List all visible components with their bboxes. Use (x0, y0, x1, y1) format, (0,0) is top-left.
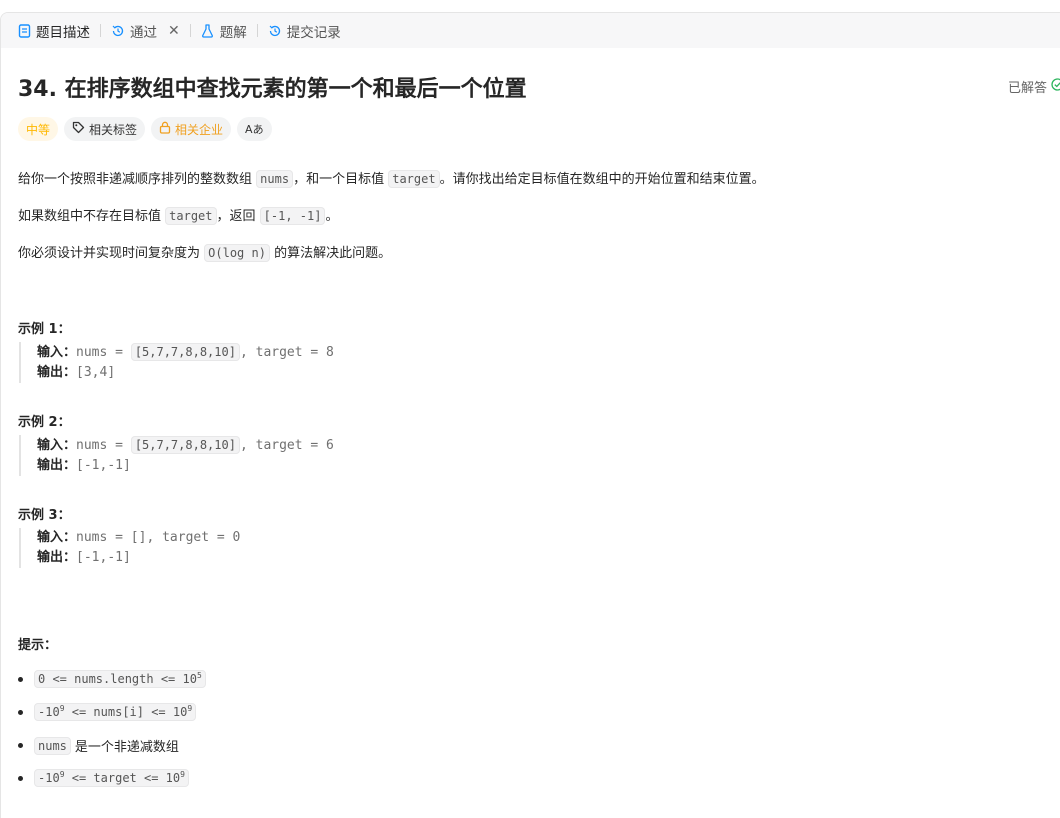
code-text: -10 (38, 771, 60, 785)
example-input: 输入：nums = [], target = 0 (37, 528, 240, 548)
inline-code: [-1, -1] (259, 207, 326, 225)
example-input: 输入：nums = [5,7,7,8,8,10], target = 8 (37, 342, 334, 363)
tab-label: 通过 (130, 24, 157, 41)
translate-button[interactable]: Aあ (237, 117, 272, 141)
badge-row: 中等 相关标签 相关企业 Aあ (18, 117, 1060, 141)
input-text: nums = (76, 438, 131, 453)
input-text: nums = (76, 345, 131, 360)
output-text: [-1,-1] (76, 458, 131, 473)
text: ，和一个目标值 (293, 172, 385, 187)
tab-label: 题目描述 (36, 24, 90, 41)
superscript: 9 (187, 704, 193, 713)
inline-code: [5,7,7,8,8,10] (130, 343, 240, 361)
inline-code: nums (256, 170, 294, 188)
translate-icon: Aあ (245, 123, 264, 136)
output-label: 输出： (37, 365, 77, 380)
tab-label: 题解 (219, 24, 247, 41)
output-label: 输出： (37, 458, 77, 473)
description-paragraph: 给你一个按照非递减顺序排列的整数数组 nums ，和一个目标值 target 。请你… (18, 169, 765, 190)
tab-divider (189, 24, 191, 37)
input-label: 输入： (37, 438, 77, 453)
example-title: 示例 1： (18, 322, 71, 337)
superscript: 9 (180, 770, 185, 779)
constraint-text: 是一个非递减数组 (74, 740, 179, 755)
constraint-item: nums 是一个非递减数组 (18, 736, 179, 755)
tab-divider (100, 24, 101, 37)
output-text: [3,4] (76, 365, 116, 380)
inline-code: -109 <= nums[i] <= 109 (34, 703, 197, 721)
problem-title[interactable]: 34. 在排序数组中查找元素的第一个和最后一个位置 (18, 71, 527, 103)
input-text: , target = 8 (239, 345, 334, 360)
bullet (18, 676, 23, 682)
code-text: <= target <= 10 (64, 771, 181, 785)
bullet (18, 775, 23, 781)
bullet (18, 709, 23, 715)
text: 。请你找出给定目标值在数组中的开始位置和结束位置。 (439, 172, 765, 187)
output-label: 输出： (37, 550, 77, 565)
code-text: -10 (38, 705, 60, 719)
inline-code: target (388, 170, 440, 188)
related-tags-button[interactable]: 相关标签 (64, 117, 146, 141)
example-block: 输入：nums = [5,7,7,8,8,10], target = 6 输出：… (19, 435, 334, 476)
text: 你必须设计并实现时间复杂度为 (18, 246, 201, 261)
example-input: 输入：nums = [5,7,7,8,8,10], target = 6 (37, 435, 334, 456)
input-label: 输入： (37, 345, 77, 360)
text: 如果数组中不存在目标值 (18, 209, 162, 224)
example-output: 输出：[-1,-1] (37, 456, 334, 476)
constraint-item: 0 <= nums.length <= 105 (18, 670, 206, 688)
check-circle-icon (1051, 78, 1060, 95)
tab-label: 提交记录 (286, 24, 341, 41)
related-companies-label: 相关企业 (175, 122, 224, 137)
related-tags-label: 相关标签 (89, 122, 138, 137)
solved-status: 已解答 (1008, 77, 1060, 96)
text: 。 (325, 209, 339, 224)
constraint-item: -109 <= target <= 109 (18, 769, 189, 787)
input-text: nums = [], target = 0 (76, 530, 241, 545)
inline-code: 0 <= nums.length <= 105 (34, 670, 206, 688)
example-output: 输出：[-1,-1] (37, 548, 240, 568)
tab-accepted[interactable]: 通过 ✕ (109, 13, 182, 48)
input-label: 输入： (37, 530, 77, 545)
example-title: 示例 3： (18, 508, 71, 523)
text: ，返回 (216, 209, 256, 224)
inline-code: target (165, 207, 217, 225)
related-companies-button[interactable]: 相关企业 (151, 117, 232, 141)
inline-code: [5,7,7,8,8,10] (130, 436, 240, 454)
text: 给你一个按照非递减顺序排列的整数数组 (18, 172, 253, 187)
inline-code: -109 <= target <= 109 (34, 769, 189, 787)
bullet (18, 743, 23, 748)
description-paragraph: 如果数组中不存在目标值 target ，返回 [-1, -1]。 (18, 206, 338, 227)
input-text: , target = 6 (239, 438, 334, 453)
tab-description[interactable]: 题目描述 (15, 13, 92, 48)
history-icon (268, 24, 282, 38)
text: 的算法解决此问题。 (274, 246, 392, 261)
flask-icon (201, 23, 215, 38)
code-text: <= nums[i] <= 10 (64, 705, 188, 719)
tab-bar: 题目描述 通过 ✕ 题解 提交记录 (1, 13, 1060, 48)
example-output: 输出：[3,4] (37, 363, 334, 383)
close-icon[interactable]: ✕ (168, 24, 180, 38)
example-title: 示例 2： (18, 415, 71, 430)
example-block: 输入：nums = [5,7,7,8,8,10], target = 8 输出：… (19, 342, 334, 383)
difficulty-label: 中等 (26, 122, 51, 137)
tab-submissions[interactable]: 提交记录 (266, 13, 343, 48)
inline-code: O(log n) (204, 244, 270, 262)
constraint-item: -109 <= nums[i] <= 109 (18, 703, 197, 721)
problem-panel: 题目描述 通过 ✕ 题解 提交记录 34. 在排序数组中查找元素的第一个和最后一… (0, 12, 1060, 818)
example-block: 输入：nums = [], target = 0 输出：[-1,-1] (19, 528, 240, 568)
tab-solutions[interactable]: 题解 (199, 13, 249, 48)
lock-icon (159, 121, 171, 137)
inline-code: nums (34, 736, 71, 755)
output-text: [-1,-1] (76, 550, 131, 565)
tab-divider (256, 24, 258, 37)
solved-label: 已解答 (1007, 81, 1047, 96)
tag-icon (72, 121, 85, 137)
code-text: 0 <= nums.length <= 10 (38, 672, 197, 686)
superscript: 5 (196, 671, 202, 680)
difficulty-badge: 中等 (18, 117, 59, 141)
history-icon (111, 24, 125, 38)
constraints-title: 提示： (18, 638, 58, 653)
description-paragraph: 你必须设计并实现时间复杂度为 O(log n) 的算法解决此问题。 (18, 243, 391, 264)
document-icon (17, 23, 31, 38)
